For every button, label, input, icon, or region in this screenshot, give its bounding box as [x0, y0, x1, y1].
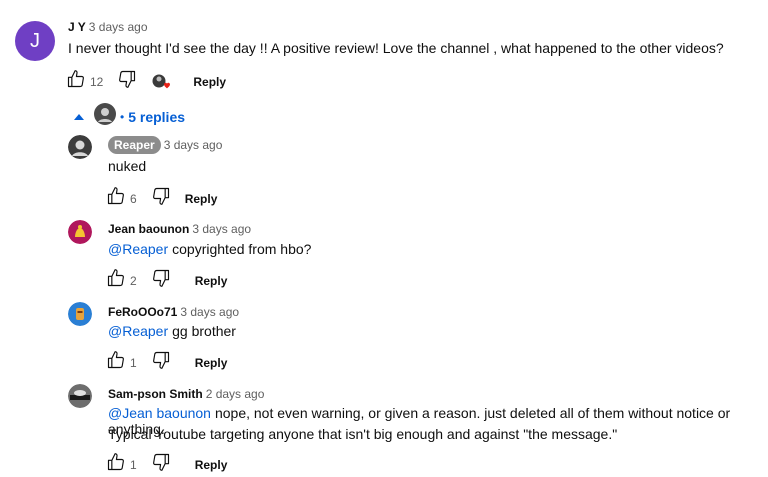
reply-author[interactable]: Sam-pson Smith: [108, 387, 203, 401]
avatar[interactable]: [68, 135, 92, 159]
reply-header: FeRoOOo71 3 days ago: [108, 303, 239, 321]
reply-text: @Reaper copyrighted from hbo?: [108, 241, 311, 257]
reply-text-line2: Typical Youtube targeting anyone that is…: [108, 426, 618, 442]
reply-actions: 1 Reply: [106, 350, 227, 375]
reply-time[interactable]: 3 days ago: [164, 138, 223, 152]
reply-text-body: copyrighted from hbo?: [172, 241, 312, 257]
reply-button[interactable]: Reply: [195, 356, 228, 370]
thumbs-down-icon[interactable]: [151, 452, 171, 477]
replies-count[interactable]: 5 replies: [128, 109, 185, 125]
comment-author[interactable]: J Y: [68, 20, 86, 34]
replies-toggle[interactable]: • 5 replies: [74, 103, 185, 130]
comment-actions: 12 Reply: [66, 69, 226, 94]
like-count: 1: [130, 355, 137, 370]
reply-text-body: gg brother: [172, 323, 236, 339]
comment-time[interactable]: 3 days ago: [89, 20, 148, 34]
reply-button[interactable]: Reply: [195, 274, 228, 288]
reply-author[interactable]: Reaper: [108, 136, 161, 154]
reply-button[interactable]: Reply: [195, 458, 228, 472]
reply-header: Sam-pson Smith 2 days ago: [108, 385, 264, 403]
reply-time[interactable]: 2 days ago: [206, 387, 265, 401]
avatar[interactable]: J: [15, 21, 55, 61]
like-count: 1: [130, 457, 137, 472]
like-count: 2: [130, 273, 137, 288]
caret-up-icon: [74, 108, 84, 126]
creator-heart-icon: [151, 72, 171, 92]
avatar[interactable]: [68, 384, 92, 408]
avatar[interactable]: [68, 302, 92, 326]
reply-author[interactable]: FeRoOOo71: [108, 305, 177, 319]
reply-button[interactable]: Reply: [185, 192, 218, 206]
reply-time[interactable]: 3 days ago: [180, 305, 239, 319]
thumbs-up-icon[interactable]: [66, 69, 86, 94]
reply-author[interactable]: Jean baounon: [108, 222, 189, 236]
thumbs-up-icon[interactable]: [106, 452, 126, 477]
mention-link[interactable]: @Reaper: [108, 241, 168, 257]
thumbs-up-icon[interactable]: [106, 350, 126, 375]
reply-actions: 2 Reply: [106, 268, 227, 293]
reply-button[interactable]: Reply: [193, 75, 226, 89]
like-count: 6: [130, 191, 137, 206]
reply-actions: 6 Reply: [106, 186, 217, 211]
reply-header: Jean baounon 3 days ago: [108, 220, 251, 238]
like-count: 12: [90, 74, 104, 89]
thumbs-down-icon[interactable]: [117, 69, 137, 94]
thumbs-up-icon[interactable]: [106, 268, 126, 293]
separator-dot: •: [120, 109, 125, 124]
thumbs-down-icon[interactable]: [151, 350, 171, 375]
reply-author-avatar-icon: [94, 103, 116, 130]
reply-text: @Reaper gg brother: [108, 323, 236, 339]
reply-header: Reaper 3 days ago: [108, 136, 222, 154]
comment-text: I never thought I'd see the day !! A pos…: [68, 40, 724, 56]
avatar[interactable]: [68, 220, 92, 244]
mention-link[interactable]: @Jean baounon: [108, 405, 211, 421]
reply-text: nuked: [108, 158, 147, 174]
thumbs-down-icon[interactable]: [151, 186, 171, 211]
reply-actions: 1 Reply: [106, 452, 227, 477]
mention-link[interactable]: @Reaper: [108, 323, 168, 339]
thumbs-down-icon[interactable]: [151, 268, 171, 293]
reply-time[interactable]: 3 days ago: [192, 222, 251, 236]
comment-header: J Y3 days ago: [68, 18, 148, 36]
thumbs-up-icon[interactable]: [106, 186, 126, 211]
